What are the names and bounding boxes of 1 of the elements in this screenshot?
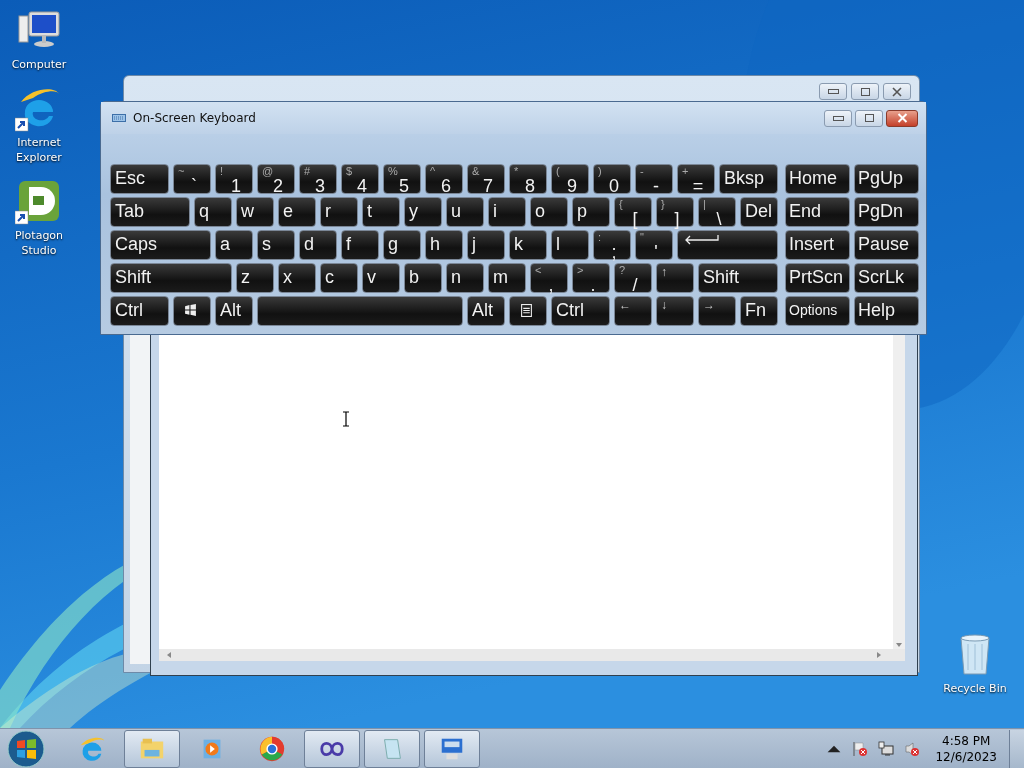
window-title: On-Screen Keyboard (133, 111, 256, 125)
